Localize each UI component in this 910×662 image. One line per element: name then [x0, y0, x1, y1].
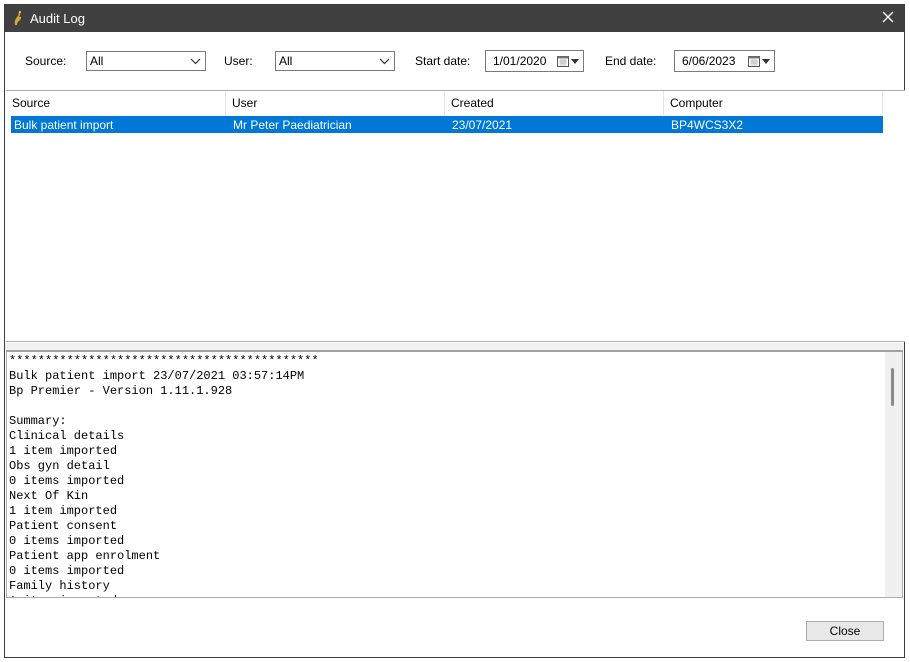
cell-computer: BP4WCS3X2: [671, 118, 744, 132]
title-bar: Audit Log: [5, 5, 904, 32]
column-header-computer[interactable]: Computer: [664, 91, 883, 115]
cell-user: Mr Peter Paediatrician: [233, 118, 352, 132]
start-date-picker[interactable]: 1/01/2020: [485, 50, 584, 72]
window-title: Audit Log: [30, 11, 85, 26]
list-header: Source User Created Computer: [6, 91, 883, 115]
dropdown-arrow-icon[interactable]: [762, 59, 770, 64]
log-detail-pane[interactable]: ****************************************…: [6, 350, 903, 598]
start-date-value: 1/01/2020: [493, 54, 547, 68]
close-icon[interactable]: [880, 9, 896, 25]
app-logo-icon: [14, 11, 22, 25]
scrollbar-thumb[interactable]: [891, 368, 894, 406]
chevron-down-icon: [190, 58, 201, 65]
cell-created: 23/07/2021: [452, 118, 513, 132]
pane-splitter[interactable]: [5, 343, 904, 350]
user-select[interactable]: All: [275, 51, 395, 71]
audit-log-window: Audit Log Source: All User: All Start da…: [4, 4, 905, 658]
close-button[interactable]: Close: [806, 621, 884, 641]
source-select[interactable]: All: [86, 51, 206, 71]
dropdown-arrow-icon[interactable]: [571, 59, 579, 64]
chevron-down-icon: [379, 58, 390, 65]
vertical-scrollbar[interactable]: [885, 352, 902, 597]
user-select-value: All: [279, 54, 293, 68]
log-detail-text: ****************************************…: [9, 354, 319, 597]
source-label: Source:: [25, 54, 67, 68]
calendar-icon[interactable]: [748, 55, 760, 67]
audit-list[interactable]: Source User Created Computer Bulk patien…: [6, 90, 905, 342]
start-date-label: Start date:: [415, 54, 471, 68]
column-header-user[interactable]: User: [226, 91, 445, 115]
source-select-value: All: [90, 54, 104, 68]
filter-bar: Source: All User: All Start date: 1/01/2…: [5, 32, 904, 90]
end-date-picker[interactable]: 6/06/2023: [674, 50, 775, 72]
column-header-created[interactable]: Created: [445, 91, 664, 115]
cell-source: Bulk patient import: [14, 118, 114, 132]
end-date-label: End date:: [605, 54, 657, 68]
end-date-value: 6/06/2023: [682, 54, 736, 68]
calendar-icon[interactable]: [557, 55, 569, 67]
table-row[interactable]: Bulk patient import Mr Peter Paediatrici…: [11, 116, 883, 133]
user-label: User:: [224, 54, 253, 68]
column-header-source[interactable]: Source: [6, 91, 226, 115]
